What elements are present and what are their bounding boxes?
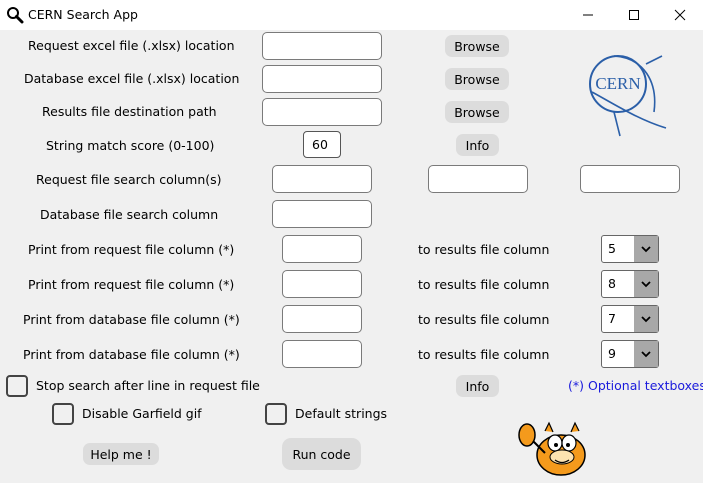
database-column-label: Database file search column (40, 207, 219, 222)
chevron-down-icon[interactable] (634, 271, 658, 297)
chevron-down-icon[interactable] (634, 341, 658, 367)
request-file-input[interactable] (262, 32, 382, 60)
browse-database-button[interactable]: Browse (445, 68, 509, 90)
print-request-input-2[interactable] (282, 270, 362, 298)
to-results-label-4: to results file column (418, 347, 550, 362)
print-request-label-2: Print from request file column (*) (28, 277, 235, 292)
results-column-select-3[interactable]: 7 (601, 305, 659, 333)
svg-text:CERN: CERN (595, 74, 640, 93)
close-button[interactable] (657, 0, 703, 30)
results-column-value-2: 8 (608, 276, 616, 291)
results-path-input[interactable] (262, 98, 382, 126)
to-results-label-3: to results file column (418, 312, 550, 327)
results-column-value-4: 9 (608, 346, 616, 361)
close-icon (674, 9, 686, 21)
print-database-input-1[interactable] (282, 305, 362, 333)
run-code-button[interactable]: Run code (282, 438, 361, 470)
match-score-label: String match score (0-100) (46, 138, 215, 153)
request-columns-label: Request file search column(s) (36, 172, 222, 187)
default-strings-checkbox[interactable] (265, 403, 287, 425)
disable-gif-checkbox[interactable] (52, 403, 74, 425)
print-database-label-2: Print from database file column (*) (23, 347, 240, 362)
request-column-input-1[interactable] (272, 165, 372, 193)
stop-search-checkbox[interactable] (6, 375, 28, 397)
maximize-button[interactable] (611, 0, 657, 30)
to-results-label-1: to results file column (418, 242, 550, 257)
results-column-value-1: 5 (608, 241, 616, 256)
search-icon (6, 6, 24, 24)
chevron-down-icon[interactable] (634, 306, 658, 332)
request-column-input-2[interactable] (428, 165, 528, 193)
database-column-input[interactable] (272, 200, 372, 228)
results-path-label: Results file destination path (42, 104, 217, 119)
window-title: CERN Search App (28, 7, 138, 22)
garfield-image (518, 421, 586, 476)
request-column-input-3[interactable] (580, 165, 680, 193)
request-file-label: Request excel file (.xlsx) location (28, 38, 235, 53)
print-request-label-1: Print from request file column (*) (28, 242, 235, 257)
title-bar: CERN Search App (0, 0, 703, 30)
browse-results-button[interactable]: Browse (445, 101, 509, 123)
match-score-input[interactable]: 60 (303, 131, 341, 158)
results-column-select-4[interactable]: 9 (601, 340, 659, 368)
minimize-icon (583, 14, 593, 16)
results-column-select-2[interactable]: 8 (601, 270, 659, 298)
maximize-icon (629, 10, 639, 20)
stop-search-label: Stop search after line in request file (36, 378, 260, 393)
to-results-label-2: to results file column (418, 277, 550, 292)
print-database-input-2[interactable] (282, 340, 362, 368)
database-file-label: Database excel file (.xlsx) location (24, 71, 240, 86)
database-file-input[interactable] (262, 65, 382, 93)
disable-gif-label: Disable Garfield gif (82, 406, 202, 421)
info-stop-button[interactable]: Info (456, 375, 499, 397)
results-column-value-3: 7 (608, 311, 616, 326)
browse-request-button[interactable]: Browse (445, 35, 509, 57)
info-score-button[interactable]: Info (456, 134, 499, 156)
print-database-label-1: Print from database file column (*) (23, 312, 240, 327)
default-strings-label: Default strings (295, 406, 388, 421)
help-button[interactable]: Help me ! (83, 443, 159, 465)
cern-logo: CERN (589, 55, 667, 137)
results-column-select-1[interactable]: 5 (601, 235, 659, 263)
print-request-input-1[interactable] (282, 235, 362, 263)
minimize-button[interactable] (565, 0, 611, 30)
chevron-down-icon[interactable] (634, 236, 658, 262)
optional-note: (*) Optional textboxes (568, 378, 703, 393)
